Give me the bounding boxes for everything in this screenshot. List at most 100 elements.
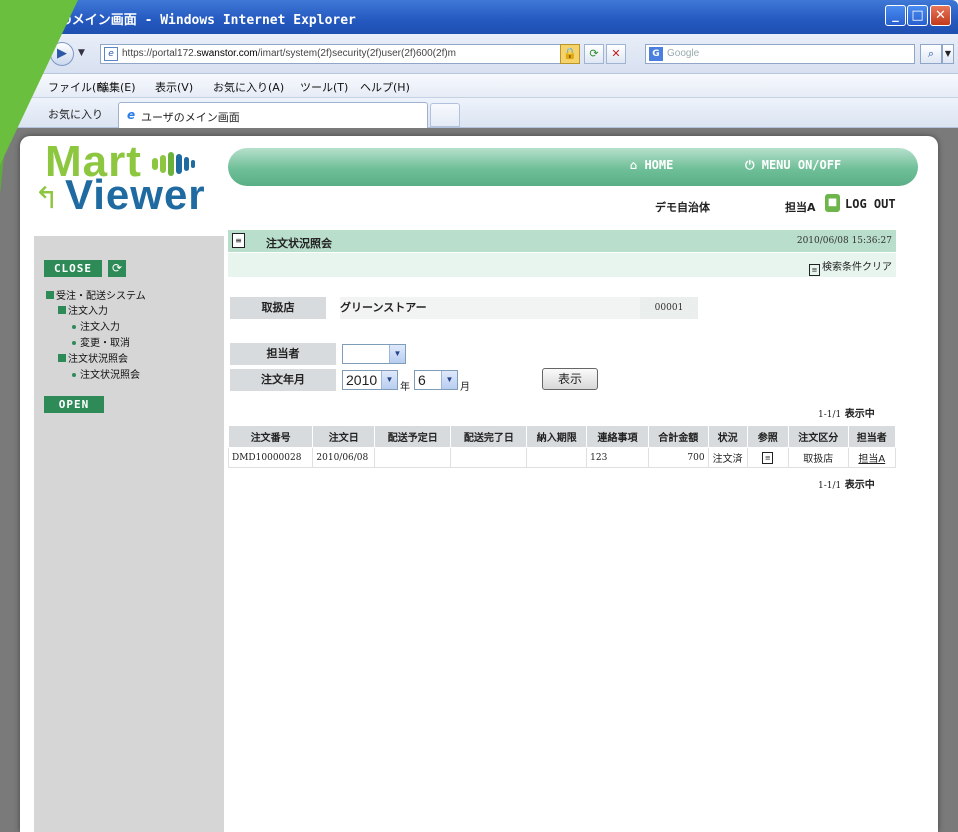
organization-name: デモ自治体 bbox=[655, 201, 710, 214]
col-reference[interactable]: 参照 bbox=[746, 425, 789, 448]
staff-select[interactable]: ▼ bbox=[342, 344, 406, 364]
maximize-button[interactable]: □ bbox=[907, 5, 928, 26]
new-tab-button[interactable] bbox=[430, 103, 460, 127]
cell-deadline bbox=[526, 447, 588, 468]
bullet-icon bbox=[72, 341, 76, 345]
user-name: 担当A bbox=[785, 201, 816, 214]
google-icon: G bbox=[649, 47, 663, 61]
reference-icon[interactable]: ≡ bbox=[762, 451, 774, 464]
cell-order-type: 取扱店 bbox=[787, 447, 849, 468]
col-planned-delivery[interactable]: 配送予定日 bbox=[374, 425, 452, 448]
staff-label: 担当者 bbox=[230, 343, 336, 365]
menu-tools[interactable]: ツール(T) bbox=[300, 79, 348, 95]
stop-icon[interactable]: ✕ bbox=[606, 44, 626, 64]
window-titlebar: e ユーザのメイン画面 - Windows Internet Explorer … bbox=[0, 0, 958, 34]
timestamp: 2010/06/08 15:36:27 bbox=[796, 236, 892, 246]
logout-button[interactable]: LOG OUT bbox=[845, 197, 896, 211]
month-select[interactable]: 6 ▼ bbox=[414, 370, 458, 390]
store-name: グリーンストアー bbox=[340, 297, 640, 319]
col-staff[interactable]: 担当者 bbox=[847, 425, 897, 448]
cell-order-date: 2010/06/08 bbox=[312, 447, 376, 468]
cell-delivery-done bbox=[450, 447, 528, 468]
year-select[interactable]: 2010 ▼ bbox=[342, 370, 398, 390]
clipboard-icon: ≡ bbox=[232, 233, 245, 248]
security-lock-icon[interactable]: 🔒 bbox=[560, 44, 580, 64]
tree-item-order-system[interactable]: 受注・配送システム bbox=[46, 287, 146, 302]
refresh-icon[interactable]: ⟳ bbox=[584, 44, 604, 64]
tab-ie-icon: e bbox=[127, 108, 136, 122]
store-code: 00001 bbox=[640, 297, 698, 319]
logout-lock-icon[interactable]: ■ bbox=[825, 194, 840, 212]
col-order-type[interactable]: 注文区分 bbox=[787, 425, 849, 448]
menu-edit[interactable]: 編集(E) bbox=[98, 79, 136, 95]
clear-search-button[interactable]: ≡ 検索条件クリア bbox=[809, 258, 892, 276]
col-deadline[interactable]: 納入期限 bbox=[526, 425, 588, 448]
bullet-icon bbox=[72, 325, 76, 329]
tree-item-order-input[interactable]: 注文入力 bbox=[72, 318, 120, 333]
home-icon: ⌂ bbox=[630, 158, 645, 172]
clear-row: ≡ 検索条件クリア bbox=[228, 253, 896, 277]
sidebar-close-button[interactable]: CLOSE bbox=[44, 260, 102, 277]
search-options-icon[interactable]: ▼ bbox=[942, 44, 954, 64]
collapse-icon bbox=[58, 354, 66, 362]
close-window-button[interactable]: ✕ bbox=[930, 5, 951, 26]
sidebar-refresh-icon[interactable]: ⟳ bbox=[108, 260, 126, 277]
menu-bar: ファイル(F) 編集(E) 表示(V) お気に入り(A) ツール(T) ヘルプ(… bbox=[0, 74, 958, 98]
cell-total: 700 bbox=[647, 447, 709, 468]
url-text: https://portal172.swanstor.com/imart/sys… bbox=[122, 48, 457, 59]
col-status[interactable]: 状況 bbox=[707, 425, 748, 448]
col-notes[interactable]: 連絡事項 bbox=[586, 425, 649, 448]
clear-icon: ≡ bbox=[809, 264, 820, 276]
search-placeholder: Google bbox=[667, 48, 700, 59]
logo-arrow-icon: ↰ bbox=[34, 181, 60, 216]
menu-view[interactable]: 表示(V) bbox=[155, 79, 193, 95]
tree-item-order-input-group[interactable]: 注文入力 bbox=[58, 302, 108, 317]
tab-label: ユーザのメイン画面 bbox=[141, 111, 240, 124]
search-icon[interactable]: ⌕ bbox=[920, 44, 942, 64]
col-delivery-done[interactable]: 配送完了日 bbox=[450, 425, 528, 448]
address-input[interactable]: e https://portal172.swanstor.com/imart/s… bbox=[100, 44, 580, 64]
tree-item-change-cancel[interactable]: 変更・取消 bbox=[72, 334, 130, 349]
section-title: 注文状況照会 bbox=[266, 237, 332, 250]
tree-item-order-status-group[interactable]: 注文状況照会 bbox=[58, 350, 128, 365]
show-button[interactable]: 表示 bbox=[542, 368, 598, 390]
table-row: DMD10000028 2010/06/08 123 700 注文済 ≡ 取扱店… bbox=[227, 447, 897, 468]
store-label: 取扱店 bbox=[230, 297, 326, 319]
col-total[interactable]: 合計金額 bbox=[647, 425, 709, 448]
col-order-date[interactable]: 注文日 bbox=[312, 425, 376, 448]
sidebar-open-button[interactable]: OPEN bbox=[44, 396, 104, 413]
menu-favorites[interactable]: お気に入り(A) bbox=[213, 79, 284, 95]
minimize-button[interactable]: _ bbox=[885, 5, 906, 26]
cell-notes: 123 bbox=[586, 447, 649, 468]
address-toolbar: ◀ ▶ ▼ e https://portal172.swanstor.com/i… bbox=[0, 34, 958, 74]
cell-reference[interactable]: ≡ bbox=[746, 447, 789, 468]
chevron-down-icon: ▼ bbox=[381, 371, 397, 389]
history-dropdown-icon[interactable]: ▼ bbox=[78, 48, 85, 58]
page-icon: e bbox=[104, 47, 118, 61]
logo-viewer: Viewer bbox=[65, 171, 206, 218]
year-unit: 年 bbox=[400, 382, 410, 393]
result-count-top: 1-1/1 表示中 bbox=[818, 409, 875, 420]
order-month-label: 注文年月 bbox=[230, 369, 336, 391]
orders-table: 注文番号 注文日 配送予定日 配送完了日 納入期限 連絡事項 合計金額 状況 参… bbox=[227, 425, 897, 468]
menu-toggle-button[interactable]: ⏻ MENU ON/OFF bbox=[745, 158, 841, 173]
tree-item-order-status[interactable]: 注文状況照会 bbox=[72, 366, 140, 381]
home-button[interactable]: ⌂ HOME bbox=[630, 158, 673, 172]
section-header: ≡ 注文状況照会 2010/06/08 15:36:27 bbox=[228, 230, 896, 252]
col-order-number[interactable]: 注文番号 bbox=[227, 425, 314, 448]
favorites-bar: お気に入り e ユーザのメイン画面 bbox=[0, 98, 958, 128]
month-unit: 月 bbox=[460, 382, 470, 393]
result-count-bottom: 1-1/1 表示中 bbox=[818, 480, 875, 491]
search-input[interactable]: G Google bbox=[645, 44, 915, 64]
sidebar bbox=[34, 236, 224, 832]
cell-staff-link[interactable]: 担当A bbox=[847, 447, 897, 468]
chevron-down-icon: ▼ bbox=[389, 345, 405, 363]
collapse-icon bbox=[46, 291, 54, 299]
cell-order-number: DMD10000028 bbox=[227, 447, 314, 468]
menu-help[interactable]: ヘルプ(H) bbox=[360, 79, 410, 95]
bullet-icon bbox=[72, 373, 76, 377]
corner-ribbon-front bbox=[0, 0, 78, 165]
power-icon: ⏻ bbox=[745, 158, 762, 172]
tab-main[interactable]: e ユーザのメイン画面 bbox=[118, 102, 428, 128]
chevron-down-icon: ▼ bbox=[441, 371, 457, 389]
